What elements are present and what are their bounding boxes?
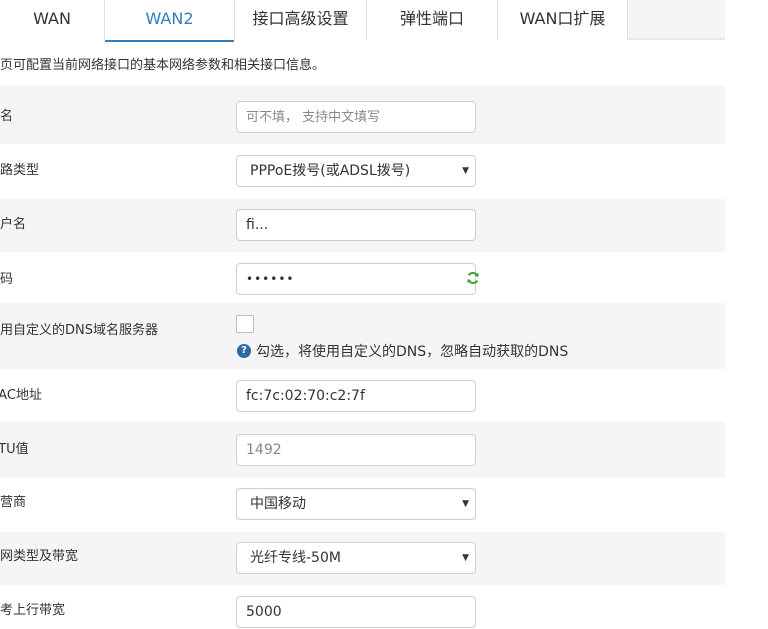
line-type-select[interactable]: PPPoE拨号(或ADSL拨号) ▼ [236,155,476,187]
line-type-label: 线路类型 [0,163,40,178]
custom-dns-hint: 勾选，将使用自定义的DNS，忽略自动获取的DNS [256,344,569,360]
username-label: 用户名 [0,217,27,232]
row-custom-dns: 使用自定义的DNS域名服务器 ? 勾选，将使用自定义的DNS，忽略自动获取的DN… [0,303,725,369]
custom-dns-checkbox[interactable] [236,315,254,333]
alias-label: 别名 [0,109,14,124]
password-label: 密码 [0,272,14,287]
tab-bar: WAN WAN2 接口高级设置 弹性端口 WAN口扩展 [0,0,725,42]
tab-elastic-port[interactable]: 弹性端口 [367,0,498,40]
bandwidth-label: 上网类型及带宽 [0,549,79,564]
tab-wan-extension[interactable]: WAN口扩展 [498,0,628,40]
mac-input[interactable] [236,380,476,412]
mtu-label: MTU值 [0,442,29,457]
refresh-icon[interactable] [466,271,480,285]
row-bandwidth: 上网类型及带宽 光纤专线-50M ▼ [0,532,725,585]
upload-bandwidth-input[interactable] [236,596,476,628]
row-password: 密码 •••••• [0,252,725,303]
row-username: 用户名 [0,199,725,252]
mtu-input[interactable] [236,434,476,466]
dropdown-arrow-icon: ▼ [462,499,469,509]
custom-dns-label: 使用自定义的DNS域名服务器 [0,323,158,338]
isp-value: 中国移动 [250,496,306,512]
password-input[interactable]: •••••• [236,263,476,295]
mac-label: MAC地址 [0,388,42,403]
alias-input[interactable] [236,101,476,133]
dropdown-arrow-icon: ▼ [462,553,469,563]
row-mtu: MTU值 [0,422,725,478]
bandwidth-value: 光纤专线-50M [250,550,341,566]
username-input[interactable] [236,209,476,241]
row-alias: 别名 [0,86,725,144]
row-mac: MAC地址 [0,369,725,422]
dropdown-arrow-icon: ▼ [462,166,469,176]
row-line-type: 线路类型 PPPoE拨号(或ADSL拨号) ▼ [0,144,725,199]
tab-wan[interactable]: WAN [0,0,105,40]
tab-interface-advanced[interactable]: 接口高级设置 [235,0,367,40]
tab-wan2[interactable]: WAN2 [105,0,235,42]
line-type-value: PPPoE拨号(或ADSL拨号) [250,163,411,179]
row-upload-bandwidth: 参考上行带宽 [0,585,725,629]
question-icon: ? [237,344,251,358]
isp-select[interactable]: 中国移动 ▼ [236,488,476,520]
upload-bandwidth-label: 参考上行带宽 [0,603,66,618]
isp-label: 运营商 [0,495,27,510]
bandwidth-select[interactable]: 光纤专线-50M ▼ [236,542,476,574]
row-isp: 运营商 中国移动 ▼ [0,478,725,532]
page-description: 本页可配置当前网络接口的基本网络参数和相关接口信息。 [0,58,326,73]
